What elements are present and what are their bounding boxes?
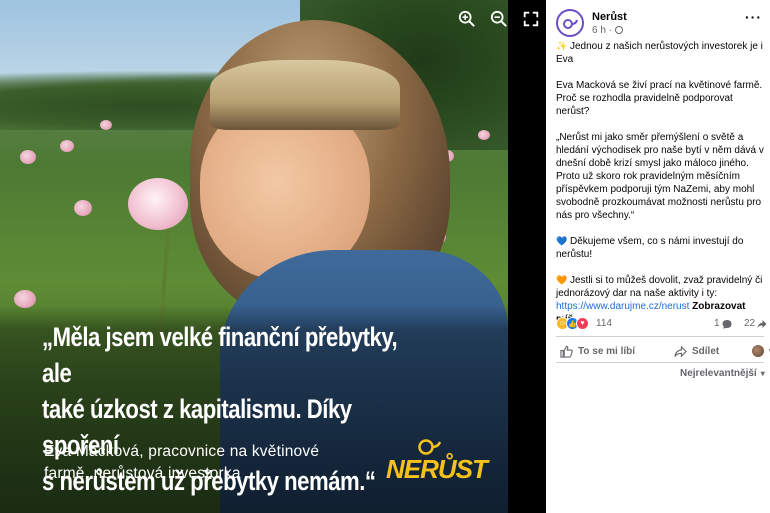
globe-icon (614, 26, 623, 34)
share-button[interactable]: Sdílet (674, 345, 719, 358)
comment-count-text: 1 (714, 318, 720, 329)
viewer-toolbar (456, 8, 542, 30)
post-photo[interactable]: „Měla jsem velké finanční přebytky, ale … (0, 0, 508, 513)
zoom-out-icon[interactable] (488, 8, 510, 30)
share-count[interactable]: 22 (744, 318, 767, 329)
more-options-button[interactable]: ··· (745, 9, 762, 25)
photo-bud (74, 200, 92, 216)
divider (556, 362, 764, 363)
paragraph-text: Jednou z našich nerůstových investorek j… (556, 41, 763, 65)
logo-text: NERŮST (386, 454, 488, 484)
divider (556, 336, 764, 337)
post-text: ✨ Jednou z našich nerůstových investorek… (556, 40, 764, 339)
profile-avatar (752, 345, 764, 357)
share-label: Sdílet (692, 346, 720, 357)
nerust-logo: NERŮST (386, 436, 488, 488)
photo-bud (478, 130, 490, 140)
photo-viewer: „Měla jsem velké finanční přebytky, ale … (0, 0, 546, 513)
thumbs-up-icon (560, 345, 573, 358)
reaction-count[interactable]: 114 (596, 318, 612, 329)
zoom-in-icon[interactable] (456, 8, 478, 30)
post-paragraph: Eva Macková se živí prací na květinové f… (556, 80, 763, 117)
share-icon (674, 345, 687, 358)
photo-bud (60, 140, 74, 152)
post-time-text: 6 h · (592, 25, 613, 36)
paragraph-text: Děkujeme všem, co s námi investují do ne… (556, 236, 744, 260)
photo-bud (20, 150, 36, 164)
photo-bud (100, 120, 112, 130)
orange-heart-emoji-icon: 🧡 (556, 275, 568, 285)
post-sidebar: Nerůst 6 h · ··· ✨ Jednou z našich nerůs… (546, 0, 770, 513)
profile-selector-button[interactable]: ▾ (752, 345, 770, 357)
post-paragraph: ✨ Jednou z našich nerůstových investorek… (556, 40, 764, 66)
chevron-down-icon: ▾ (760, 369, 765, 378)
like-button[interactable]: To se mi líbí (560, 345, 635, 358)
sparkle-emoji-icon: ✨ (556, 41, 568, 51)
fullscreen-icon[interactable] (520, 8, 542, 30)
reactions-bar: ☺ 👍 ♥ 114 1 22 (556, 316, 767, 332)
post-paragraph: „Nerůst mi jako směr přemýšlení o světě … (556, 132, 764, 221)
photo-peony (128, 178, 188, 230)
post-header: Nerůst 6 h · ··· (556, 9, 766, 39)
share-count-text: 22 (744, 318, 756, 329)
like-label: To se mi líbí (578, 346, 636, 357)
paragraph-text: Jestli si to můžeš dovolit, zvaž pravide… (556, 275, 763, 299)
page-name-link[interactable]: Nerůst (592, 11, 627, 23)
photo-bangs (210, 60, 400, 130)
comment-sort-dropdown[interactable]: Nejrelevantnější ▾ (680, 368, 765, 379)
nerust-avatar-icon (563, 19, 578, 29)
share-arrow-icon (757, 319, 767, 328)
love-reaction-icon: ♥ (576, 317, 589, 330)
post-timestamp[interactable]: 6 h · (592, 25, 623, 36)
page-avatar[interactable] (556, 9, 584, 37)
comment-count[interactable]: 1 (714, 318, 732, 329)
blue-heart-emoji-icon: 💙 (556, 236, 568, 246)
post-paragraph: 💙 Děkujeme všem, co s námi investují do … (556, 235, 764, 261)
donation-link[interactable]: https://www.darujme.cz/nerust (556, 301, 689, 312)
sort-label: Nejrelevantnější (680, 368, 757, 379)
quote-attribution: Eva Macková, pracovnice na květinové far… (44, 443, 320, 482)
comment-icon (722, 319, 732, 328)
reaction-icons[interactable]: ☺ 👍 ♥ (556, 317, 589, 330)
action-bar: To se mi líbí Sdílet ▾ (556, 342, 770, 362)
